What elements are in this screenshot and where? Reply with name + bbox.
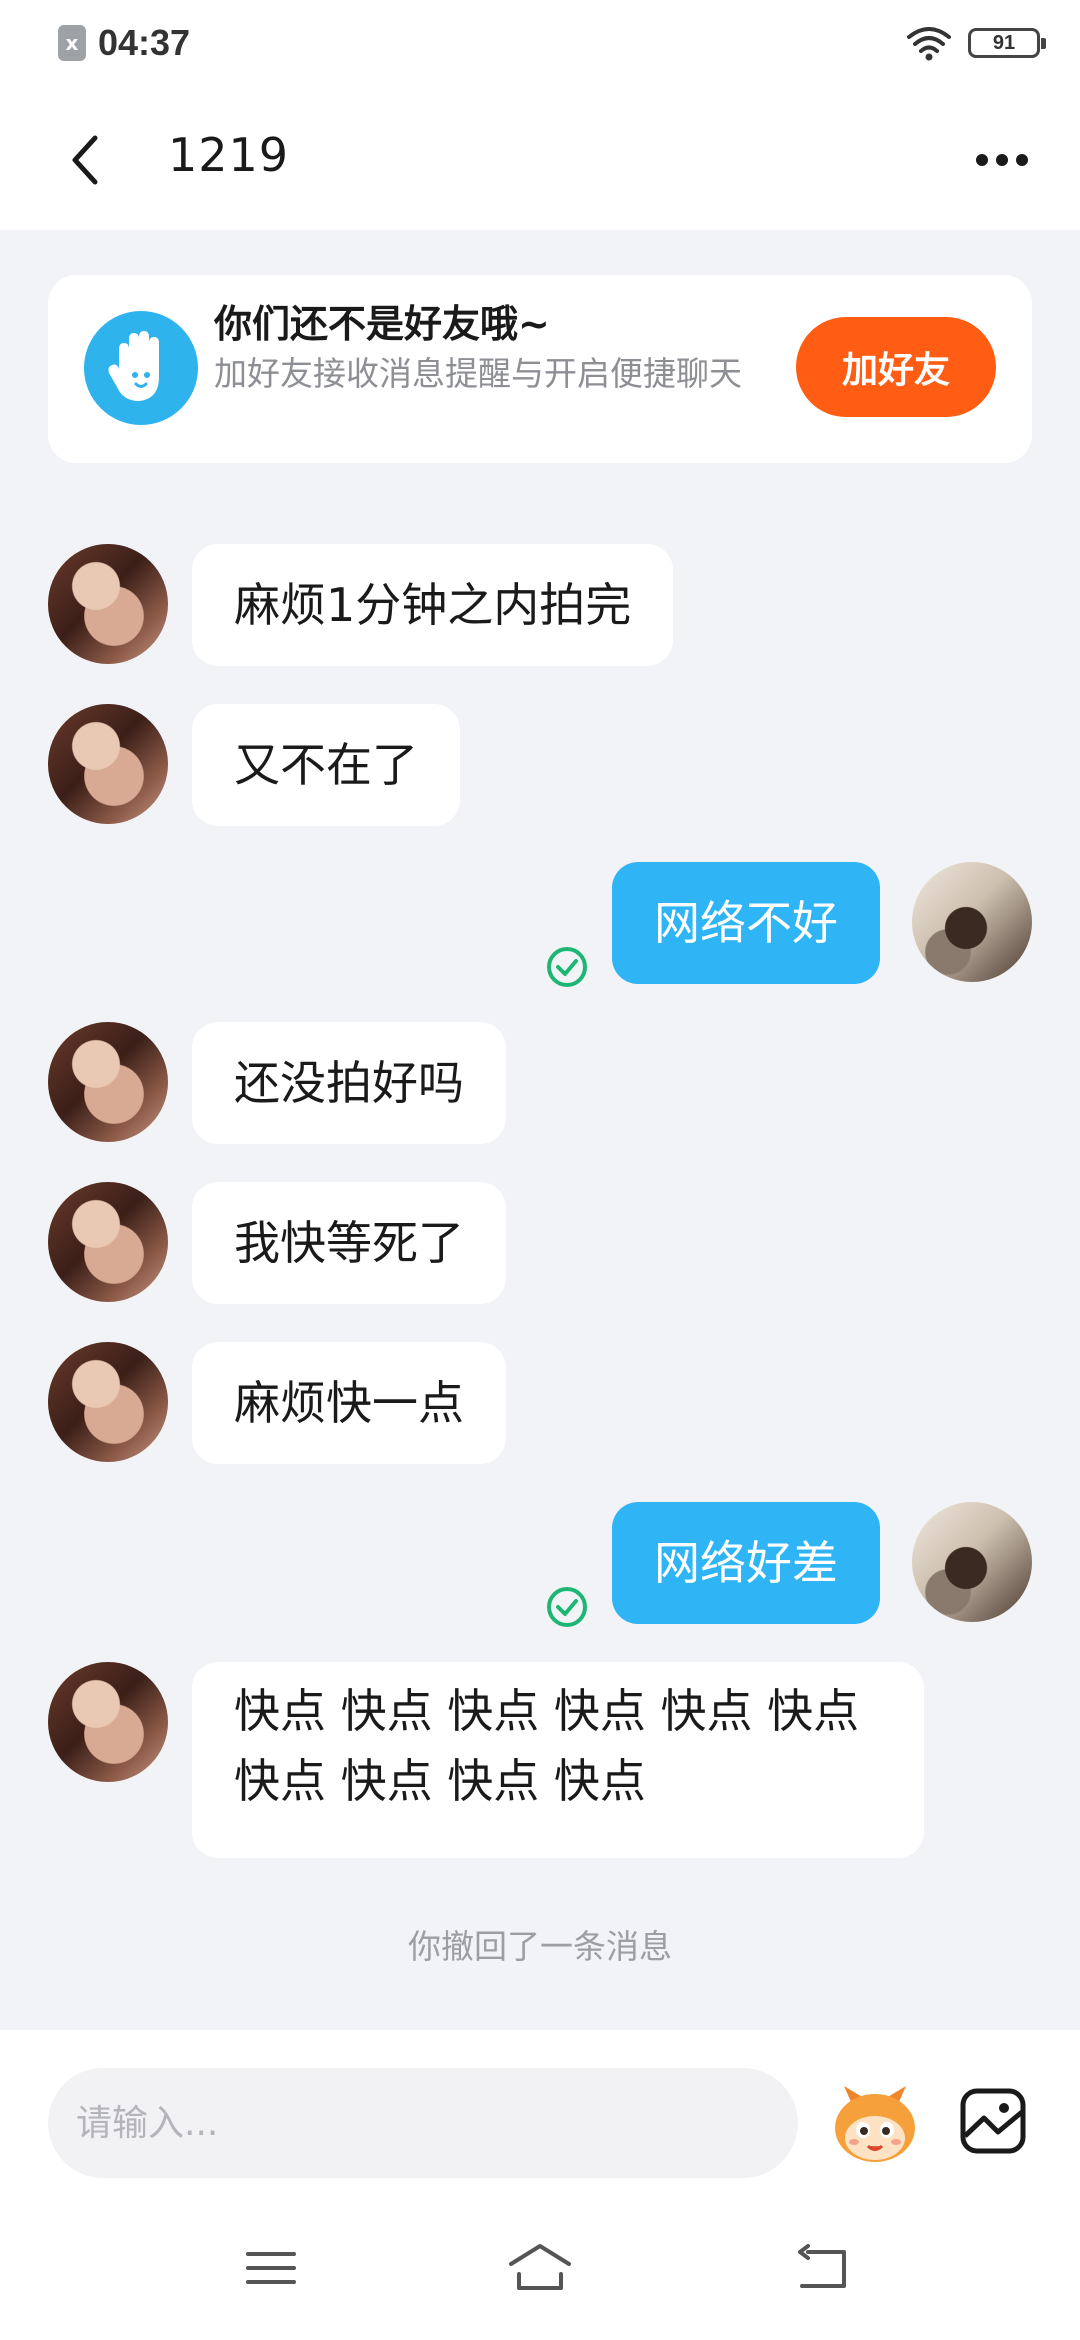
friend-card-description: 加好友接收消息提醒与开启便捷聊天 <box>214 354 742 393</box>
contact-avatar[interactable] <box>48 1342 168 1462</box>
status-bar: x 04:37 91 <box>0 0 1080 90</box>
battery-icon: 91 <box>968 28 1046 58</box>
image-picker-icon[interactable] <box>958 2086 1028 2156</box>
system-nav-bar <box>0 2190 1080 2340</box>
recall-notice: 你撤回了一条消息 <box>408 1927 672 1966</box>
chevron-left-icon <box>72 135 98 185</box>
battery-level: 91 <box>992 31 1016 54</box>
contact-avatar[interactable] <box>48 544 168 664</box>
more-dots-icon <box>996 154 1008 166</box>
notification-icon: x <box>58 25 86 61</box>
message-input[interactable] <box>48 2068 798 2178</box>
not-friend-card: 你们还不是好友哦~ 加好友接收消息提醒与开启便捷聊天 加好友 <box>48 275 1032 463</box>
incoming-message[interactable]: 快点 快点 快点 快点 快点 快点 快点 快点 快点 快点 <box>192 1662 924 1858</box>
contact-avatar[interactable] <box>48 1662 168 1782</box>
contact-avatar[interactable] <box>48 704 168 824</box>
incoming-message[interactable]: 麻烦快一点 <box>192 1342 506 1464</box>
incoming-message[interactable]: 麻烦1分钟之内拍完 <box>192 544 674 666</box>
friend-card-title: 你们还不是好友哦~ <box>214 302 550 346</box>
outgoing-message[interactable]: 网络好差 <box>612 1502 880 1624</box>
my-avatar[interactable] <box>912 1502 1032 1622</box>
message-line: 快点 快点 快点 快点 快点 快点 <box>234 1684 860 1738</box>
incoming-message[interactable]: 又不在了 <box>192 704 460 826</box>
contact-avatar[interactable] <box>48 1182 168 1302</box>
my-avatar[interactable] <box>912 862 1032 982</box>
incoming-message[interactable]: 我快等死了 <box>192 1182 506 1304</box>
read-check-icon <box>547 947 587 987</box>
back-button[interactable] <box>50 120 120 200</box>
wave-hand-icon <box>84 311 198 425</box>
input-bar <box>0 2030 1080 2190</box>
message-line: 快点 快点 快点 快点 <box>234 1754 646 1808</box>
incoming-message[interactable]: 还没拍好吗 <box>192 1022 506 1144</box>
add-friend-button[interactable]: 加好友 <box>796 317 996 417</box>
emoji-mascot-icon[interactable] <box>830 2082 920 2168</box>
wifi-icon <box>907 27 951 61</box>
status-left: x 04:37 <box>58 20 190 66</box>
outgoing-message[interactable]: 网络不好 <box>612 862 880 984</box>
back-nav-icon[interactable] <box>788 2238 858 2298</box>
chat-header: 1219 <box>0 90 1080 230</box>
status-right: 91 <box>906 22 1046 64</box>
more-dots-icon <box>976 154 988 166</box>
status-time: 04:37 <box>98 22 191 63</box>
home-icon[interactable] <box>505 2238 575 2298</box>
chat-title: 1219 <box>168 128 290 182</box>
contact-avatar[interactable] <box>48 1022 168 1142</box>
more-dots-icon <box>1016 154 1028 166</box>
read-check-icon <box>547 1587 587 1627</box>
more-button[interactable] <box>962 130 1042 190</box>
menu-icon[interactable] <box>236 2238 306 2298</box>
